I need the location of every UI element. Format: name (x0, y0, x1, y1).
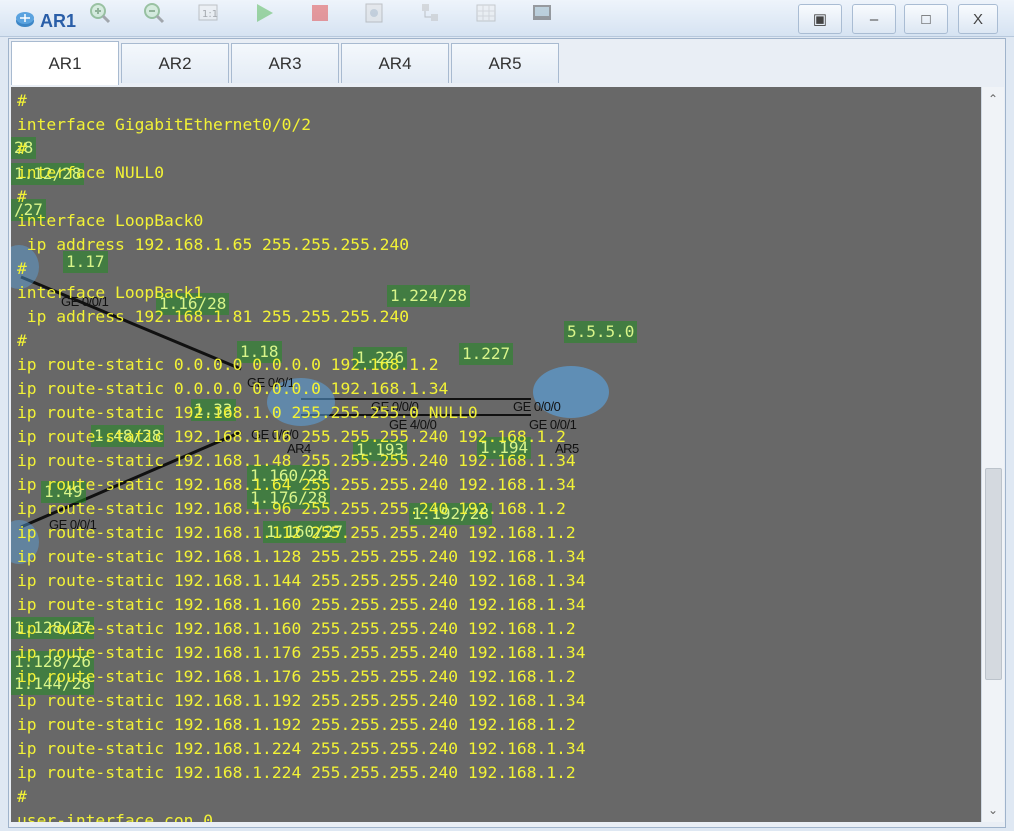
console-line: interface LoopBack0 (17, 211, 204, 230)
console-line: # (17, 259, 27, 278)
title-bar: AR1 1:1 ▣ – □ X (0, 0, 1014, 37)
restore-button[interactable]: ▣ (798, 4, 842, 34)
vertical-scrollbar[interactable]: ⌃ ⌄ (981, 87, 1004, 822)
tab-ar3[interactable]: AR3 (231, 43, 339, 83)
minimize-button[interactable]: – (852, 4, 896, 34)
maximize-button[interactable]: □ (904, 4, 948, 34)
console-line: ip route-static 192.168.1.64 255.255.255… (17, 475, 576, 494)
console-line: ip route-static 192.168.1.192 255.255.25… (17, 691, 586, 710)
console-line: ip route-static 192.168.1.176 255.255.25… (17, 667, 576, 686)
svg-text:1:1: 1:1 (202, 9, 218, 20)
stop-icon[interactable] (306, 0, 334, 26)
console-line: ip route-static 192.168.1.160 255.255.25… (17, 595, 586, 614)
console-line: # (17, 331, 27, 350)
console-line: interface GigabitEthernet0/0/2 (17, 115, 312, 134)
console-line: ip route-static 192.168.1.48 255.255.255… (17, 451, 576, 470)
console-line: user-interface con 0 (17, 811, 214, 822)
console-line: interface LoopBack1 (17, 283, 204, 302)
fit-icon[interactable]: 1:1 (194, 0, 222, 26)
console-line: ip route-static 192.168.1.176 255.255.25… (17, 643, 586, 662)
console-line: ip route-static 192.168.1.224 255.255.25… (17, 763, 576, 782)
zoom-in-icon[interactable] (86, 0, 114, 26)
console-line: ip route-static 192.168.1.96 255.255.255… (17, 499, 566, 518)
terminal-icon[interactable] (528, 0, 556, 26)
console-line: # (17, 91, 27, 110)
console-line: interface NULL0 (17, 163, 165, 182)
capture-icon[interactable] (360, 0, 388, 26)
router-icon (14, 8, 36, 35)
window-title: AR1 (14, 8, 76, 35)
console-line: ip route-static 0.0.0.0 0.0.0.0 192.168.… (17, 379, 449, 398)
console-line: ip route-static 192.168.1.16 255.255.255… (17, 427, 566, 446)
console-line: # (17, 139, 27, 158)
topology-icon[interactable] (416, 0, 444, 26)
console-line: ip address 192.168.1.65 255.255.255.240 (17, 235, 410, 254)
scroll-thumb[interactable] (985, 468, 1002, 680)
close-button[interactable]: X (958, 4, 998, 34)
console-line: ip address 192.168.1.81 255.255.255.240 (17, 307, 410, 326)
tab-ar2[interactable]: AR2 (121, 43, 229, 83)
console-line: # (17, 187, 27, 206)
console-line: # (17, 787, 27, 806)
console-line: ip route-static 192.168.1.160 255.255.25… (17, 619, 576, 638)
terminal-output[interactable]: 1.17 1.16/28 1.224/28 5.5.5.0 1.18 1.226… (11, 87, 981, 822)
start-icon[interactable] (250, 0, 278, 26)
scroll-up-icon[interactable]: ⌃ (985, 91, 1001, 107)
zoom-out-icon[interactable] (140, 0, 168, 26)
tab-ar4[interactable]: AR4 (341, 43, 449, 83)
console-line: ip route-static 192.168.1.0 255.255.255.… (17, 403, 478, 422)
scroll-down-icon[interactable]: ⌄ (985, 802, 1001, 818)
console-text: # interface GigabitEthernet0/0/2 # interfac… (17, 89, 586, 822)
console-line: ip route-static 0.0.0.0 0.0.0.0 192.168.… (17, 355, 439, 374)
console-line: ip route-static 192.168.1.192 255.255.25… (17, 715, 576, 734)
tab-bar: AR1 AR2 AR3 AR4 AR5 (11, 41, 559, 85)
console-line: ip route-static 192.168.1.144 255.255.25… (17, 571, 586, 590)
grid-icon[interactable] (472, 0, 500, 26)
window-title-text: AR1 (40, 11, 77, 31)
tab-ar1[interactable]: AR1 (11, 41, 119, 85)
console-window: AR1 AR2 AR3 AR4 AR5 1.17 1.16/28 1.224/2… (8, 38, 1006, 828)
console-line: ip route-static 192.168.1.128 255.255.25… (17, 547, 586, 566)
console-line: ip route-static 192.168.1.112 255.255.25… (17, 523, 576, 542)
tab-ar5[interactable]: AR5 (451, 43, 559, 83)
console-line: ip route-static 192.168.1.224 255.255.25… (17, 739, 586, 758)
